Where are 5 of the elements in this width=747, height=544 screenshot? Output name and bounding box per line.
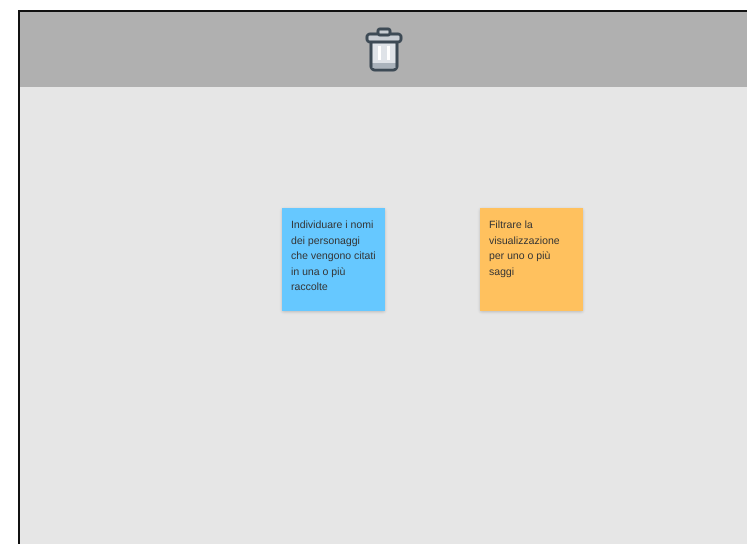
note-text: Individuare i nomi dei personaggi che vengono citati in una o più raccolte <box>291 218 376 295</box>
note-text: Filtrare la visualizzazione per uno o più saggi <box>489 218 561 280</box>
trash-icon[interactable] <box>364 26 404 72</box>
sticky-note[interactable]: Individuare i nomi dei personaggi che vengono citati in una o più raccolte <box>282 208 385 311</box>
sticky-note[interactable]: Filtrare la visualizzazione per uno o più saggi <box>480 208 583 311</box>
